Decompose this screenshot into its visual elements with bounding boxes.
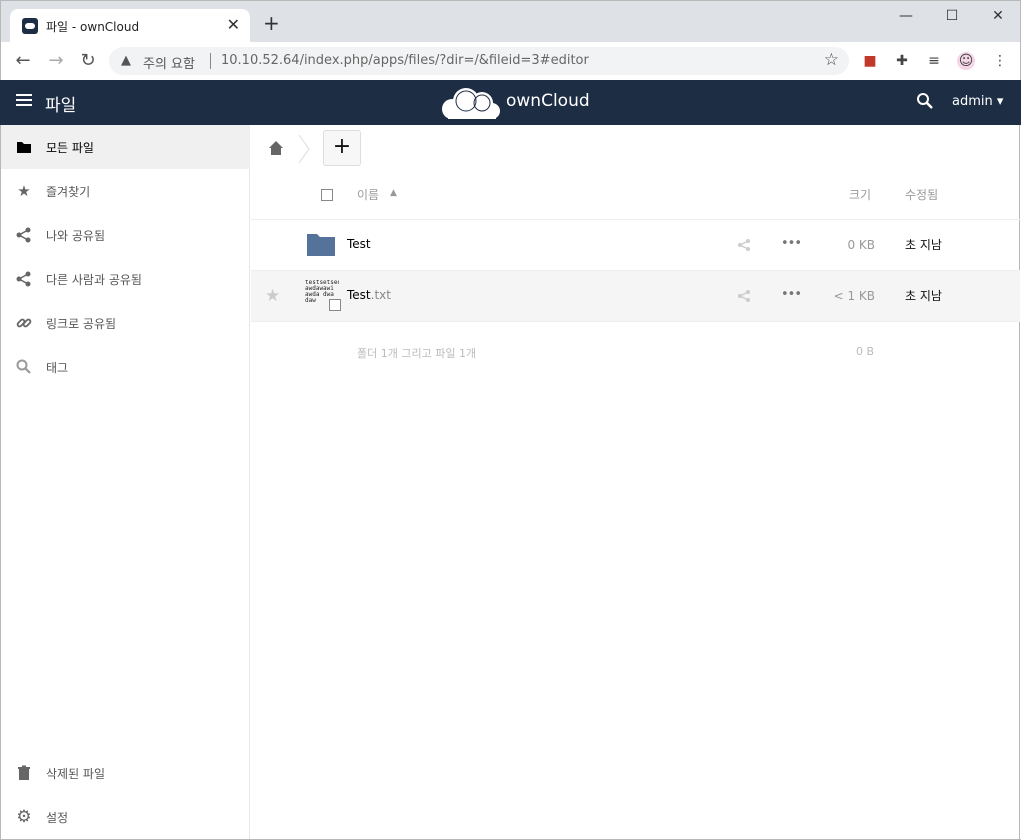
file-modified: 초 지남 [905,238,942,252]
sidebar-item-tags[interactable]: 태그 [1,345,250,389]
tab-close-icon[interactable]: ✕ [227,15,240,34]
url-text[interactable]: 10.10.52.64/index.php/apps/files/?dir=/&… [221,53,589,68]
home-icon[interactable] [267,139,285,157]
favorite-star-icon[interactable]: ★ [265,286,280,306]
kebab-menu-icon[interactable]: ⋮ [991,52,1009,70]
sidebar-navigation: 모든 파일 ★ 즐겨찾기 나와 공유됨 다른 사람과 공유됨 링크로 공유됨 태… [0,125,250,840]
sidebar-item-shared-with-others[interactable]: 다른 사람과 공유됨 [1,257,250,301]
new-file-button[interactable]: + [323,130,361,166]
column-size-header[interactable]: 크기 [849,186,871,203]
file-modified: 초 지남 [905,289,942,303]
warning-icon[interactable]: ▲ [121,53,131,68]
sidebar-item-label: 삭제된 파일 [46,767,106,781]
share-icon[interactable] [737,238,751,252]
table-row[interactable]: Test ••• 0 KB 초 지남 [251,220,1020,271]
more-actions-icon[interactable]: ••• [781,287,802,302]
file-name[interactable]: Test.txt [347,288,391,302]
sidebar-item-label: 나와 공유됨 [46,229,106,243]
forward-arrow-icon[interactable]: → [45,50,67,72]
share-icon[interactable] [737,289,751,303]
column-modified-header[interactable]: 수정됨 [905,186,938,203]
sidebar-item-label: 즐겨찾기 [46,185,91,199]
table-row[interactable]: ★ testsetsed awdawawi awda dwa daw Test.… [251,271,1020,322]
owncloud-header: 파일 ownCloud admin ▾ [0,80,1021,125]
app-title[interactable]: 파일 [45,91,76,116]
select-all-checkbox[interactable] [321,189,333,201]
column-name-header[interactable]: 이름 [357,186,379,203]
maximize-button[interactable]: ☐ [929,5,975,31]
search-icon [16,359,31,374]
profile-avatar[interactable]: ☺ [957,52,975,70]
sidebar-item-deleted-files[interactable]: 삭제된 파일 [1,751,250,795]
sidebar-item-all-files[interactable]: 모든 파일 [1,125,250,169]
browser-toolbar: ← → ↻ ▲ 주의 요함 10.10.52.64/index.php/apps… [0,42,1021,80]
sidebar-item-settings[interactable]: ⚙ 설정 [1,795,250,839]
new-tab-button[interactable]: + [263,13,280,33]
hamburger-menu-icon[interactable] [16,94,32,108]
browser-titlebar: 파일 - ownCloud ✕ + — ☐ ✕ [0,0,1021,43]
owncloud-favicon-icon [22,18,38,34]
share-icon [16,227,31,243]
minimize-button[interactable]: — [883,5,929,31]
brand-name: ownCloud [506,91,590,111]
address-bar[interactable]: ▲ 주의 요함 10.10.52.64/index.php/apps/files… [109,47,849,75]
book-extension-icon[interactable]: ■ [861,52,879,70]
bookmark-star-icon[interactable]: ☆ [824,50,839,70]
tab-title: 파일 - ownCloud [46,20,140,34]
owncloud-logo-icon [442,88,500,119]
star-icon: ★ [17,182,31,200]
omnibox-divider [210,53,211,69]
search-icon[interactable] [916,92,934,110]
folder-icon[interactable] [307,232,335,256]
file-size: < 1 KB [833,289,875,303]
link-icon [16,318,32,328]
file-summary: 폴더 1개 그리고 파일 1개 [357,347,477,360]
sidebar-item-label: 모든 파일 [46,141,94,155]
sidebar-item-favorites[interactable]: ★ 즐겨찾기 [1,169,250,213]
share-icon [16,271,31,287]
back-arrow-icon[interactable]: ← [12,50,34,72]
user-menu[interactable]: admin ▾ [952,94,1003,109]
close-window-button[interactable]: ✕ [975,5,1021,31]
folder-icon [17,142,31,153]
gear-icon: ⚙ [16,807,32,827]
file-name[interactable]: Test [347,237,371,251]
trash-icon [18,765,30,780]
sidebar-item-label: 태그 [46,361,69,375]
file-list-header: 이름 ▲ 크기 수정됨 [251,170,1020,220]
puzzle-extension-icon[interactable]: ✚ [893,52,911,70]
sidebar-item-shared-by-link[interactable]: 링크로 공유됨 [1,301,250,345]
more-actions-icon[interactable]: ••• [781,236,802,251]
sidebar-item-label: 다른 사람과 공유됨 [46,273,142,287]
total-size: 0 B [855,345,874,358]
sidebar-item-label: 설정 [46,811,69,825]
breadcrumb-separator-icon [298,134,310,164]
file-size: 0 KB [847,238,875,252]
reload-icon[interactable]: ↻ [77,50,99,72]
sort-ascending-icon[interactable]: ▲ [390,188,397,198]
security-label[interactable]: 주의 요함 [143,53,195,72]
sidebar-item-shared-with-you[interactable]: 나와 공유됨 [1,213,250,257]
media-queue-icon[interactable]: ≡ [925,52,943,70]
sidebar-item-label: 링크로 공유됨 [46,317,117,331]
file-list-area: + 이름 ▲ 크기 수정됨 Test ••• 0 KB 초 지남 ★ tests… [251,125,1020,840]
browser-tab[interactable]: 파일 - ownCloud ✕ [10,9,250,43]
row-checkbox[interactable] [329,299,341,311]
